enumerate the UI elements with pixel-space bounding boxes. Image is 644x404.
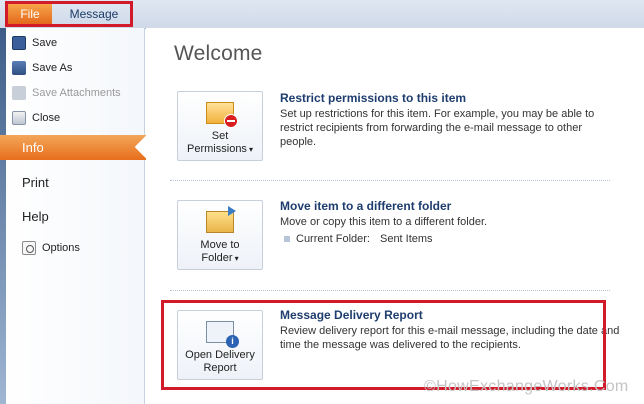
nav-info-label: Info [22, 140, 44, 155]
save-attachments-command[interactable]: Save Attachments [12, 82, 121, 104]
sidebar-edge-strip [0, 28, 6, 404]
current-folder-value: Sent Items [379, 233, 433, 245]
watermark: ©HowExchangeWorks.Com [424, 378, 629, 395]
section-body-move: Move or copy this item to a different fo… [280, 216, 488, 228]
set-permissions-button[interactable]: Set Permissions ▾ [177, 91, 263, 161]
close-command[interactable]: Close [12, 107, 60, 129]
save-command[interactable]: Save [12, 32, 57, 54]
section-title-move: Move item to a different folder [280, 199, 452, 213]
move-to-folder-button[interactable]: Move to Folder ▾ [177, 200, 263, 270]
envelope-restrict-icon [206, 102, 238, 128]
save-as-icon [12, 61, 26, 75]
options-label: Options [42, 242, 80, 254]
annotation-box-tabs [5, 1, 133, 27]
nav-print[interactable]: Print [22, 175, 49, 190]
save-as-label: Save As [32, 62, 73, 74]
annotation-box-delivery-report [161, 300, 606, 390]
save-icon [12, 36, 26, 50]
section-title-restrict: Restrict permissions to this item [280, 91, 467, 105]
bullet-icon [284, 236, 290, 242]
options-command[interactable]: Options [22, 237, 80, 259]
close-label: Close [32, 112, 61, 124]
section-body-restrict: Set up restrictions for this item. For e… [280, 108, 595, 148]
current-folder-label: Current Folder: [296, 233, 370, 245]
nav-help[interactable]: Help [22, 209, 49, 224]
save-as-command[interactable]: Save As [12, 57, 72, 79]
save-attachments-icon [12, 86, 26, 100]
save-attachments-label: Save Attachments [32, 87, 121, 99]
page-title: Welcome [174, 42, 263, 65]
nav-info[interactable]: Info [0, 135, 146, 160]
move-folder-icon [206, 206, 236, 233]
save-label: Save [32, 37, 58, 49]
section-divider [170, 180, 610, 181]
move-to-folder-label: Move to Folder ▾ [200, 239, 240, 264]
close-icon [12, 111, 26, 125]
set-permissions-label: Set Permissions ▾ [187, 130, 253, 155]
dropdown-arrow-icon: ▾ [248, 145, 253, 154]
options-icon [22, 241, 36, 255]
restricted-badge-icon [224, 114, 238, 128]
move-arrow-icon [228, 206, 236, 216]
dropdown-arrow-icon: ▾ [234, 254, 239, 263]
current-folder-row: Current Folder: Sent Items [284, 233, 433, 245]
section-divider [170, 290, 610, 291]
